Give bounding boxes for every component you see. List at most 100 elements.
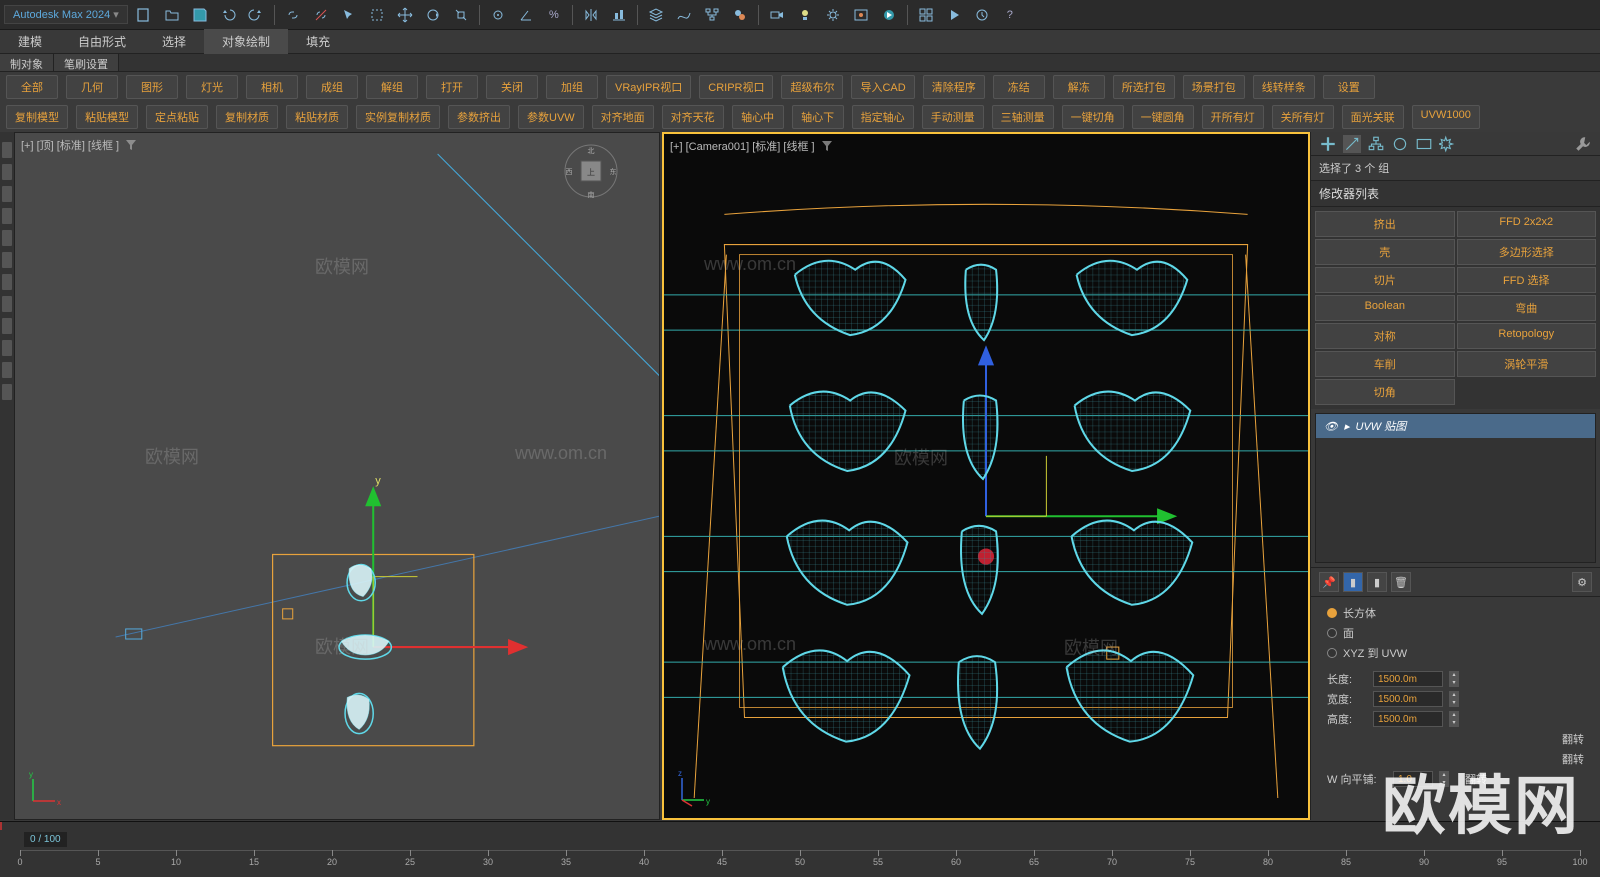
rail-tool-10[interactable] — [2, 340, 12, 356]
ribbon-tab-freeform[interactable]: 自由形式 — [60, 29, 144, 54]
motion-tab-icon[interactable] — [1391, 135, 1409, 153]
timeline-track[interactable] — [0, 822, 1600, 830]
snap-icon[interactable] — [486, 3, 510, 27]
modify-tab-icon[interactable] — [1343, 135, 1361, 153]
new-icon[interactable] — [132, 3, 156, 27]
cbtn-setpivot[interactable]: 指定轴心 — [852, 105, 914, 129]
scale-icon[interactable] — [449, 3, 473, 27]
hierarchy-tab-icon[interactable] — [1367, 135, 1385, 153]
cbtn-all[interactable]: 全部 — [6, 75, 58, 99]
flip-label[interactable]: 翻转 — [1465, 771, 1487, 787]
mod-ffdselect[interactable]: FFD 选择 — [1457, 267, 1597, 293]
show-end-result-icon[interactable]: ▮ — [1343, 572, 1363, 592]
time-config-icon[interactable] — [970, 3, 994, 27]
mod-slice[interactable]: 切片 — [1315, 267, 1455, 293]
camera-icon[interactable] — [765, 3, 789, 27]
rail-tool-3[interactable] — [2, 186, 12, 202]
link-icon[interactable] — [281, 3, 305, 27]
cbtn-pastefixed[interactable]: 定点粘贴 — [146, 105, 208, 129]
rail-tool-5[interactable] — [2, 230, 12, 246]
viewport-config-icon[interactable] — [914, 3, 938, 27]
mirror-icon[interactable] — [579, 3, 603, 27]
rail-tool-4[interactable] — [2, 208, 12, 224]
layer-icon[interactable] — [644, 3, 668, 27]
mod-turbosmooth[interactable]: 涡轮平滑 — [1457, 351, 1597, 377]
cbtn-paramextrude[interactable]: 参数挤出 — [448, 105, 510, 129]
width-up[interactable]: ▴ — [1449, 691, 1459, 699]
cbtn-freeze[interactable]: 冻结 — [993, 75, 1045, 99]
mod-boolean[interactable]: Boolean — [1315, 295, 1455, 321]
save-icon[interactable] — [188, 3, 212, 27]
width-spinner[interactable]: 1500.0m — [1373, 691, 1443, 707]
cbtn-light[interactable]: 灯光 — [186, 75, 238, 99]
cbtn-cripr[interactable]: CRIPR视口 — [699, 75, 773, 99]
display-tab-icon[interactable] — [1415, 135, 1433, 153]
cbtn-manualmeasure[interactable]: 手动测量 — [922, 105, 984, 129]
mod-shell[interactable]: 壳 — [1315, 239, 1455, 265]
cbtn-group[interactable]: 成组 — [306, 75, 358, 99]
rail-tool-8[interactable] — [2, 296, 12, 312]
rail-tool-1[interactable] — [2, 142, 12, 158]
eye-icon[interactable]: 👁 — [1324, 420, 1338, 433]
viewport-top-label[interactable]: [+] [顶] [标准] [线框 ] — [21, 137, 137, 153]
cbtn-importcad[interactable]: 导入CAD — [851, 75, 914, 99]
cbtn-copymodel[interactable]: 复制模型 — [6, 105, 68, 129]
rail-tool-9[interactable] — [2, 318, 12, 334]
cbtn-packscene[interactable]: 场景打包 — [1183, 75, 1245, 99]
height-up[interactable]: ▴ — [1449, 711, 1459, 719]
cbtn-3axismeasure[interactable]: 三轴测量 — [992, 105, 1054, 129]
open-icon[interactable] — [160, 3, 184, 27]
app-title-dropdown[interactable]: ▾ — [113, 9, 119, 21]
rail-tool-2[interactable] — [2, 164, 12, 180]
cbtn-alignground[interactable]: 对齐地面 — [592, 105, 654, 129]
flip-label[interactable]: 翻转 — [1562, 751, 1584, 767]
height-down[interactable]: ▾ — [1449, 719, 1459, 727]
cbtn-packsel[interactable]: 所选打包 — [1113, 75, 1175, 99]
rail-tool-11[interactable] — [2, 362, 12, 378]
select-region-icon[interactable] — [365, 3, 389, 27]
cbtn-lightson[interactable]: 开所有灯 — [1202, 105, 1264, 129]
schematic-icon[interactable] — [700, 3, 724, 27]
height-spinner[interactable]: 1500.0m — [1373, 711, 1443, 727]
radio-box[interactable]: 长方体 — [1327, 603, 1584, 623]
mod-retopology[interactable]: Retopology — [1457, 323, 1597, 349]
mod-polyselect[interactable]: 多边形选择 — [1457, 239, 1597, 265]
remove-modifier-icon[interactable]: 🗑 — [1391, 572, 1411, 592]
rail-tool-12[interactable] — [2, 384, 12, 400]
radio-face[interactable]: 面 — [1327, 623, 1584, 643]
cbtn-camera[interactable]: 相机 — [246, 75, 298, 99]
cbtn-settings[interactable]: 设置 — [1323, 75, 1375, 99]
undo-icon[interactable] — [216, 3, 240, 27]
filter-icon[interactable] — [125, 139, 137, 151]
modifier-stack[interactable]: 👁 ▸ UVW 贴图 — [1315, 413, 1596, 563]
cbtn-paramuvw[interactable]: 参数UVW — [518, 105, 584, 129]
redo-icon[interactable] — [244, 3, 268, 27]
rail-tool-7[interactable] — [2, 274, 12, 290]
wtile-spinner[interactable]: 1.0 — [1393, 771, 1433, 787]
filter-icon[interactable] — [821, 140, 833, 152]
cbtn-fillet[interactable]: 一键圆角 — [1132, 105, 1194, 129]
ribbon-tab-objectpaint[interactable]: 对象绘制 — [204, 29, 288, 54]
length-down[interactable]: ▾ — [1449, 679, 1459, 687]
ribbon-tab-modeling[interactable]: 建模 — [0, 29, 60, 54]
create-tab-icon[interactable] — [1319, 135, 1337, 153]
cbtn-linetospline[interactable]: 线转样条 — [1253, 75, 1315, 99]
mod-bend[interactable]: 弯曲 — [1457, 295, 1597, 321]
rail-tool-6[interactable] — [2, 252, 12, 268]
stack-item-uvwmap[interactable]: 👁 ▸ UVW 贴图 — [1316, 414, 1595, 438]
width-down[interactable]: ▾ — [1449, 699, 1459, 707]
viewport-top[interactable]: [+] [顶] [标准] [线框 ] 上 北 南 东 西 — [14, 132, 660, 820]
cbtn-lightsoff[interactable]: 关所有灯 — [1272, 105, 1334, 129]
cbtn-ungroup[interactable]: 解组 — [366, 75, 418, 99]
render-frame-icon[interactable] — [849, 3, 873, 27]
mod-lathe[interactable]: 车削 — [1315, 351, 1455, 377]
mod-ffd222[interactable]: FFD 2x2x2 — [1457, 211, 1597, 237]
render-icon[interactable] — [877, 3, 901, 27]
length-up[interactable]: ▴ — [1449, 671, 1459, 679]
cbtn-alignceiling[interactable]: 对齐天花 — [662, 105, 724, 129]
cbtn-unfreeze[interactable]: 解冻 — [1053, 75, 1105, 99]
cbtn-close[interactable]: 关闭 — [486, 75, 538, 99]
configure-sets-icon[interactable]: ⚙ — [1572, 572, 1592, 592]
viewport-camera-label[interactable]: [+] [Camera001] [标准] [线框 ] — [670, 138, 833, 154]
play-icon[interactable] — [942, 3, 966, 27]
